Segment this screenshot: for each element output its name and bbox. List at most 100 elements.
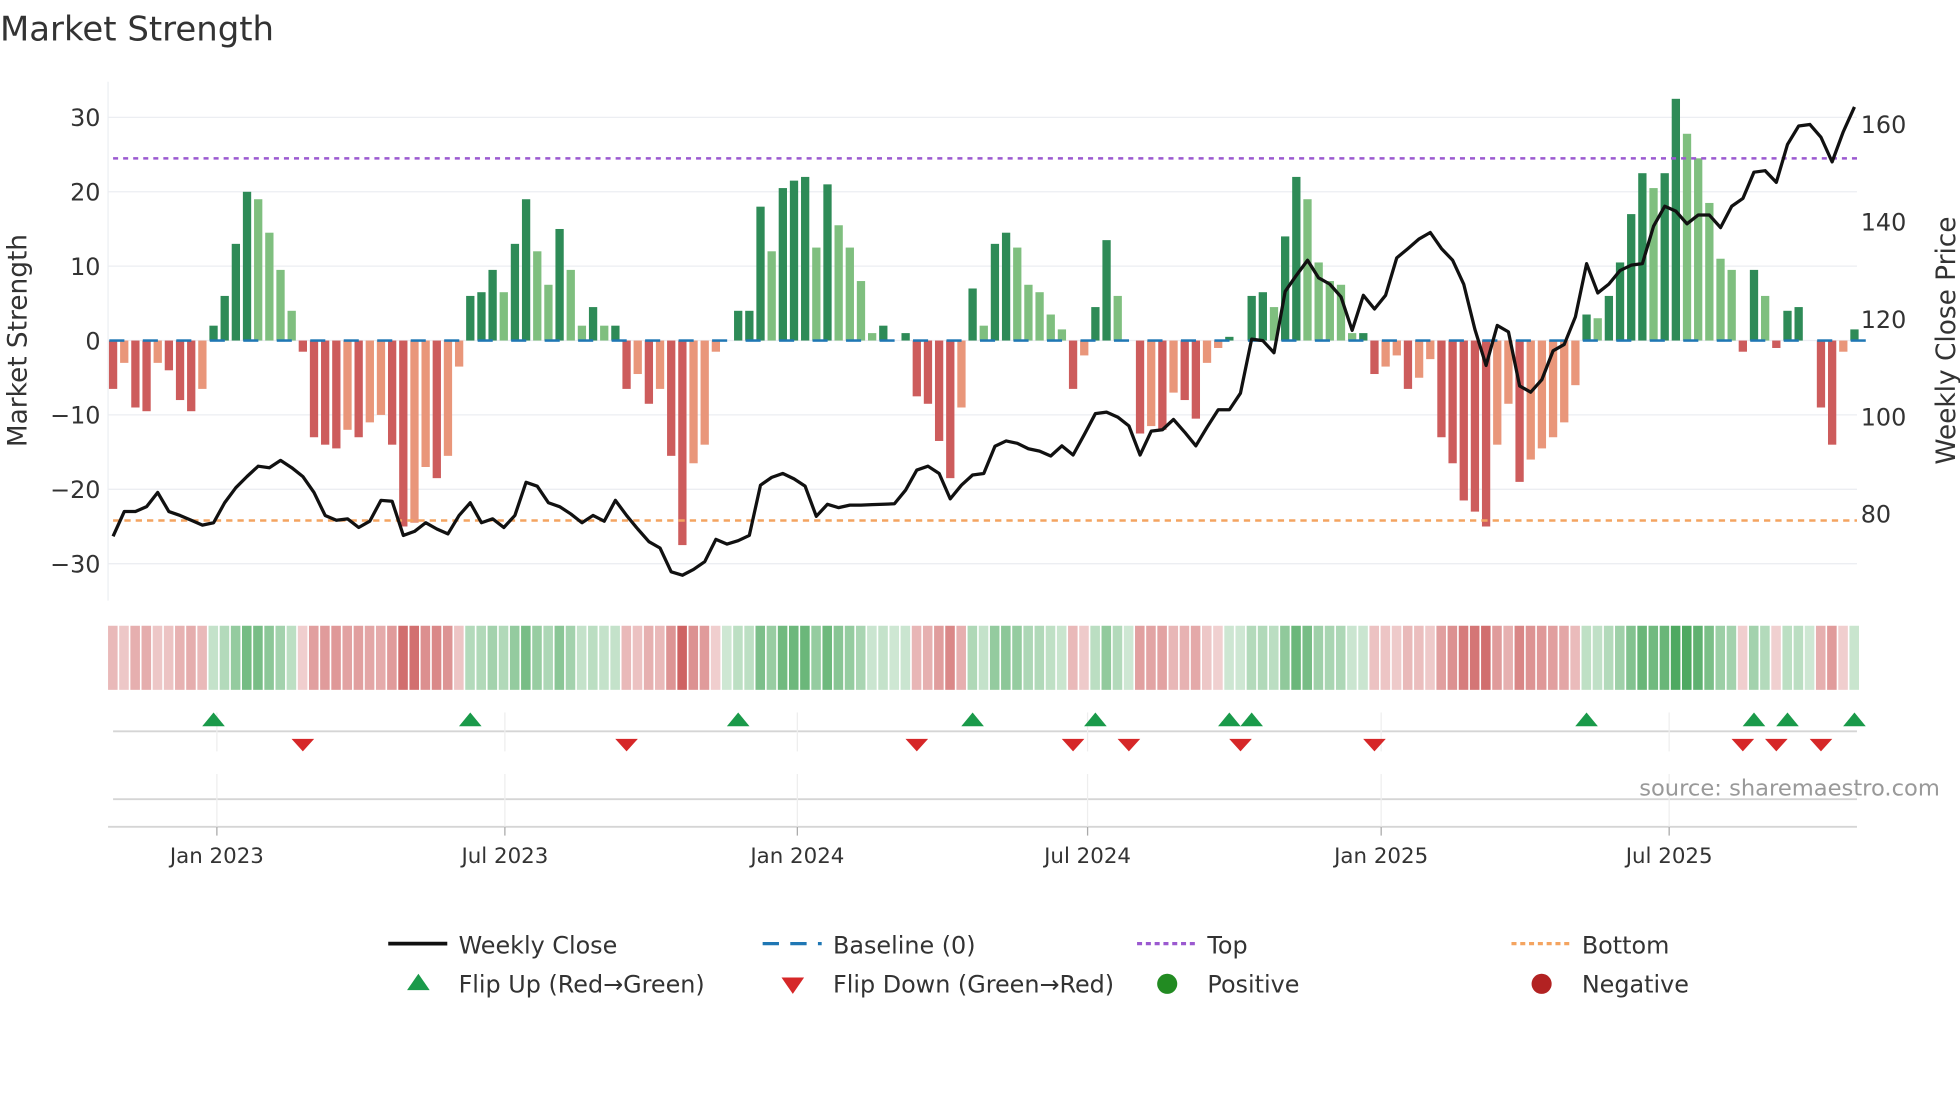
strip-cell: [442, 625, 453, 690]
strength-bar: [778, 188, 787, 341]
strip-cell: [1659, 625, 1670, 690]
strip-cell: [186, 625, 196, 690]
strip-cell: [163, 625, 174, 690]
strip-cell: [342, 625, 353, 690]
strength-bar: [544, 284, 553, 341]
strength-bar: [1627, 214, 1636, 341]
strength-bar: [1046, 314, 1055, 341]
strip-cell: [130, 625, 140, 690]
svg-text:Baseline (0): Baseline (0): [833, 932, 976, 960]
strip-cell: [1023, 625, 1033, 690]
strip-cell: [175, 625, 185, 690]
strength-bar: [265, 232, 274, 341]
strength-bar: [767, 251, 776, 341]
strip-cell: [1157, 625, 1167, 690]
strength-bar: [387, 340, 397, 445]
strip-cell: [755, 625, 766, 690]
strip-cell: [208, 625, 219, 690]
strip-cell: [1402, 625, 1413, 690]
y2-tick-label: 160: [1861, 111, 1907, 139]
strip-cell: [766, 625, 777, 690]
strip-cell: [1380, 625, 1391, 690]
flip-up-marker: [458, 712, 482, 727]
strip-cell: [788, 625, 799, 690]
y2-tick-label: 100: [1861, 403, 1907, 431]
strip-cell: [152, 625, 163, 690]
y2-tick-label: 120: [1861, 306, 1907, 334]
strip-cell: [219, 625, 230, 690]
strength-bar: [454, 340, 464, 367]
strength-bar: [1180, 340, 1189, 401]
strength-bar: [700, 340, 709, 445]
legend-flip-up: Flip Up (Red→Green): [407, 971, 705, 999]
strip-cell: [1335, 625, 1346, 690]
strip-cell: [1391, 625, 1402, 690]
svg-text:Weekly Close: Weekly Close: [459, 932, 618, 960]
strength-bar: [1191, 340, 1201, 419]
strip-cell: [1670, 625, 1681, 690]
strength-bar: [879, 325, 888, 341]
y-axis-ticks: −30 −20 −10 0 10 20 30: [50, 104, 100, 578]
y-axis-label: Market Strength: [3, 234, 33, 447]
strength-bar: [1113, 295, 1122, 341]
strength-bar: [298, 340, 307, 352]
strip-cell: [632, 625, 643, 690]
strip-cell: [353, 625, 364, 690]
strength-bar: [365, 340, 374, 423]
strength-bar: [1169, 340, 1178, 393]
strip-cell: [800, 625, 810, 690]
strip-cell: [1135, 625, 1145, 690]
strip-cell: [253, 625, 263, 690]
strength-bar: [678, 340, 687, 546]
y-tick-label: 20: [70, 179, 100, 207]
strip-cell: [610, 625, 620, 690]
strip-cell: [1056, 625, 1067, 690]
legend: Weekly Close Baseline (0) Top Bottom Fli…: [388, 932, 1689, 999]
strength-bar: [1761, 295, 1770, 341]
strip-cell: [710, 625, 721, 690]
strip-cell: [1492, 625, 1502, 690]
strength-bar: [1560, 340, 1569, 423]
strip-cell: [1068, 625, 1078, 690]
strength-bar: [1403, 340, 1413, 389]
flip-up-marker: [1575, 712, 1598, 727]
strip-cell: [1681, 625, 1692, 690]
strip-cell: [576, 625, 587, 690]
strength-bar: [633, 340, 642, 375]
strip-cell: [900, 625, 911, 690]
strip-cell: [1313, 625, 1324, 690]
strength-bar: [923, 340, 933, 404]
strength-bar: [745, 310, 754, 341]
strip-cell: [1548, 625, 1558, 690]
strength-bar: [1068, 340, 1078, 389]
strength-bar: [231, 243, 241, 341]
strip-cell: [487, 625, 498, 690]
strip-cell: [1581, 625, 1592, 690]
strip-cell: [1112, 625, 1123, 690]
strength-bar: [1850, 329, 1859, 341]
strip-cell: [867, 625, 877, 690]
strip-cell: [387, 625, 397, 690]
svg-text:Positive: Positive: [1207, 971, 1299, 999]
strip-cell: [1101, 625, 1112, 690]
strip-cell: [1291, 625, 1301, 690]
strip-cell: [967, 625, 978, 690]
strip-cell: [1436, 625, 1446, 690]
strength-bar: [1024, 284, 1033, 341]
strength-bar: [1247, 295, 1256, 341]
strength-bar: [276, 269, 285, 341]
strength-bar: [711, 340, 721, 352]
y-tick-label: 10: [70, 253, 100, 281]
strength-bar: [1660, 173, 1669, 341]
strip-cell: [1648, 625, 1659, 690]
strength-bar: [1102, 240, 1111, 341]
svg-text:Flip Up (Red→Green): Flip Up (Red→Green): [459, 971, 705, 999]
strength-bar: [521, 199, 531, 341]
strength-bar: [1705, 202, 1714, 341]
strip-cell: [1201, 625, 1212, 690]
strip-cell: [945, 625, 955, 690]
strength-bar: [1292, 176, 1301, 341]
strength-bar: [1515, 340, 1524, 482]
strip-cell: [275, 625, 286, 690]
svg-text:Flip Down (Green→Red): Flip Down (Green→Red): [833, 971, 1114, 999]
